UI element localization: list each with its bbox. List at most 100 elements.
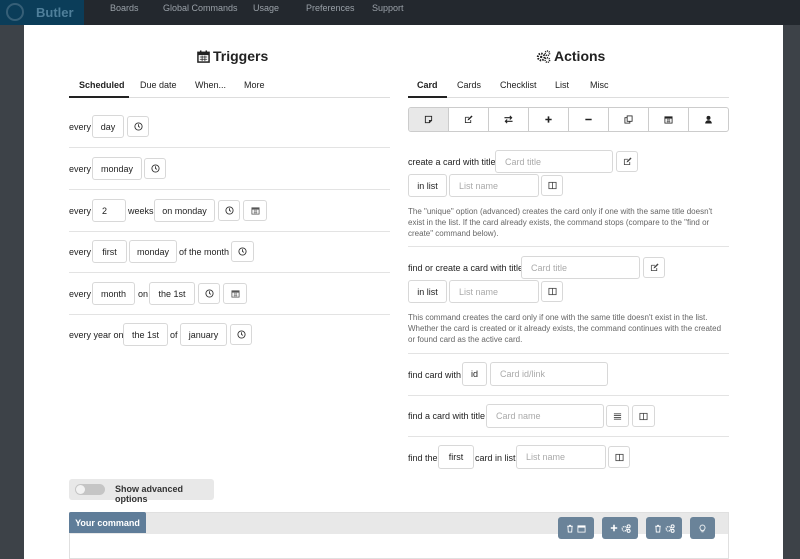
toolbar-edit-button[interactable] — [449, 108, 489, 131]
every-label: every — [69, 122, 92, 132]
actions-active-tab-indicator — [408, 96, 447, 98]
edit-icon — [464, 115, 473, 124]
brand[interactable]: Butler — [0, 0, 84, 25]
toolbar-plus-button[interactable] — [529, 108, 569, 131]
tab-due-date[interactable]: Due date — [140, 80, 177, 90]
ordinal-select[interactable]: first — [438, 445, 474, 469]
cogs-icon — [665, 523, 675, 533]
row-divider — [69, 189, 390, 190]
toolbar-minus-button[interactable] — [569, 108, 609, 131]
tab-list[interactable]: List — [555, 80, 569, 90]
id-select[interactable]: id — [462, 362, 487, 386]
triggers-heading: Triggers — [197, 48, 268, 64]
cogs-icon — [536, 50, 551, 63]
toolbar-copy-button[interactable] — [609, 108, 649, 131]
list-picker-button[interactable] — [608, 446, 630, 468]
tab-more[interactable]: More — [244, 80, 265, 90]
cogs-icon — [621, 523, 631, 533]
suggestion-button[interactable] — [690, 517, 715, 539]
weekday-select[interactable]: monday — [129, 240, 177, 263]
brand-name: Butler — [36, 5, 74, 20]
list-name-input[interactable]: List name — [516, 445, 606, 469]
calendar-icon — [250, 207, 260, 215]
toolbar-exchange-button[interactable] — [489, 108, 529, 131]
date-select[interactable]: the 1st — [123, 323, 168, 346]
clock-icon — [238, 247, 247, 256]
list-picker-button[interactable] — [541, 281, 563, 302]
time-button[interactable] — [127, 116, 149, 137]
time-button[interactable] — [218, 200, 240, 221]
card-id-input[interactable]: Card id/link — [490, 362, 608, 386]
tab-scheduled[interactable]: Scheduled — [79, 80, 125, 90]
minus-icon — [585, 118, 592, 121]
calendar-icon — [230, 290, 240, 298]
unit-select[interactable]: month — [92, 282, 135, 305]
week-count-input[interactable]: 2 — [92, 199, 126, 222]
list-icon — [613, 412, 622, 420]
row-divider — [69, 272, 390, 273]
every-year-label: every year on — [69, 330, 124, 340]
card-title-edit-button[interactable] — [616, 151, 638, 172]
card-title-edit-button[interactable] — [643, 257, 665, 278]
sticky-note-icon — [424, 115, 433, 124]
toolbar-calendar-button[interactable] — [649, 108, 689, 131]
card-name-input[interactable]: Card name — [486, 404, 604, 428]
nav-boards[interactable]: Boards — [110, 3, 139, 13]
weekday-select[interactable]: monday — [92, 157, 142, 180]
month-select[interactable]: january — [180, 323, 227, 346]
find-or-create-label: find or create a card with title — [408, 263, 524, 273]
nav-global-commands[interactable]: Global Commands — [163, 3, 238, 13]
clock-icon — [224, 206, 234, 215]
add-action-button[interactable] — [602, 517, 638, 539]
tab-cards[interactable]: Cards — [457, 80, 481, 90]
card-list-button[interactable] — [606, 405, 629, 427]
row-divider — [69, 314, 390, 315]
toolbar-user-button[interactable] — [689, 108, 728, 131]
nav-support[interactable]: Support — [372, 3, 404, 13]
date-button[interactable] — [243, 200, 267, 221]
edit-icon — [623, 157, 632, 166]
date-select[interactable]: the 1st — [149, 282, 195, 305]
delete-trigger-button[interactable] — [558, 517, 594, 539]
triggers-active-tab-indicator — [69, 96, 129, 98]
in-list-label: in list — [408, 280, 447, 303]
toolbar-sticky-note-button[interactable] — [409, 108, 449, 131]
time-button[interactable] — [144, 158, 166, 179]
user-icon — [705, 115, 712, 124]
tab-checklist[interactable]: Checklist — [500, 80, 537, 90]
nav-preferences[interactable]: Preferences — [306, 3, 355, 13]
row-divider — [408, 395, 729, 396]
row-divider — [69, 231, 390, 232]
actions-heading: Actions — [536, 48, 605, 64]
triggers-title: Triggers — [213, 48, 269, 64]
delete-actions-button[interactable] — [646, 517, 682, 539]
create-card-note: The "unique" option (advanced) creates t… — [408, 207, 713, 238]
list-picker-button[interactable] — [541, 175, 563, 196]
unit-select[interactable]: day — [92, 115, 124, 138]
weekday-select[interactable]: on monday — [154, 199, 215, 222]
tab-misc[interactable]: Misc — [590, 80, 609, 90]
nav-usage[interactable]: Usage — [253, 3, 279, 13]
plus-icon — [545, 116, 552, 123]
tab-card[interactable]: Card — [417, 80, 438, 90]
list-picker-button[interactable] — [632, 405, 655, 427]
ordinal-select[interactable]: first — [92, 240, 127, 263]
list-name-input[interactable]: List name — [449, 174, 539, 197]
columns-icon — [614, 453, 624, 461]
tab-when[interactable]: When... — [195, 80, 226, 90]
card-title-input[interactable]: Card title — [521, 256, 640, 279]
list-name-input[interactable]: List name — [449, 280, 539, 303]
date-button[interactable] — [223, 283, 247, 304]
card-title-input[interactable]: Card title — [495, 150, 613, 173]
time-button[interactable] — [198, 283, 220, 304]
toggle-switch[interactable] — [75, 484, 105, 495]
action-category-toolbar — [408, 107, 729, 132]
toggle-knob — [76, 485, 85, 494]
columns-icon — [547, 287, 557, 296]
time-button[interactable] — [230, 324, 252, 345]
advanced-options-toggle[interactable]: Show advanced options — [69, 479, 214, 504]
time-button[interactable] — [231, 241, 254, 262]
actions-tabs-divider — [408, 97, 729, 98]
row-divider — [69, 147, 390, 148]
every-label: every — [69, 247, 92, 257]
